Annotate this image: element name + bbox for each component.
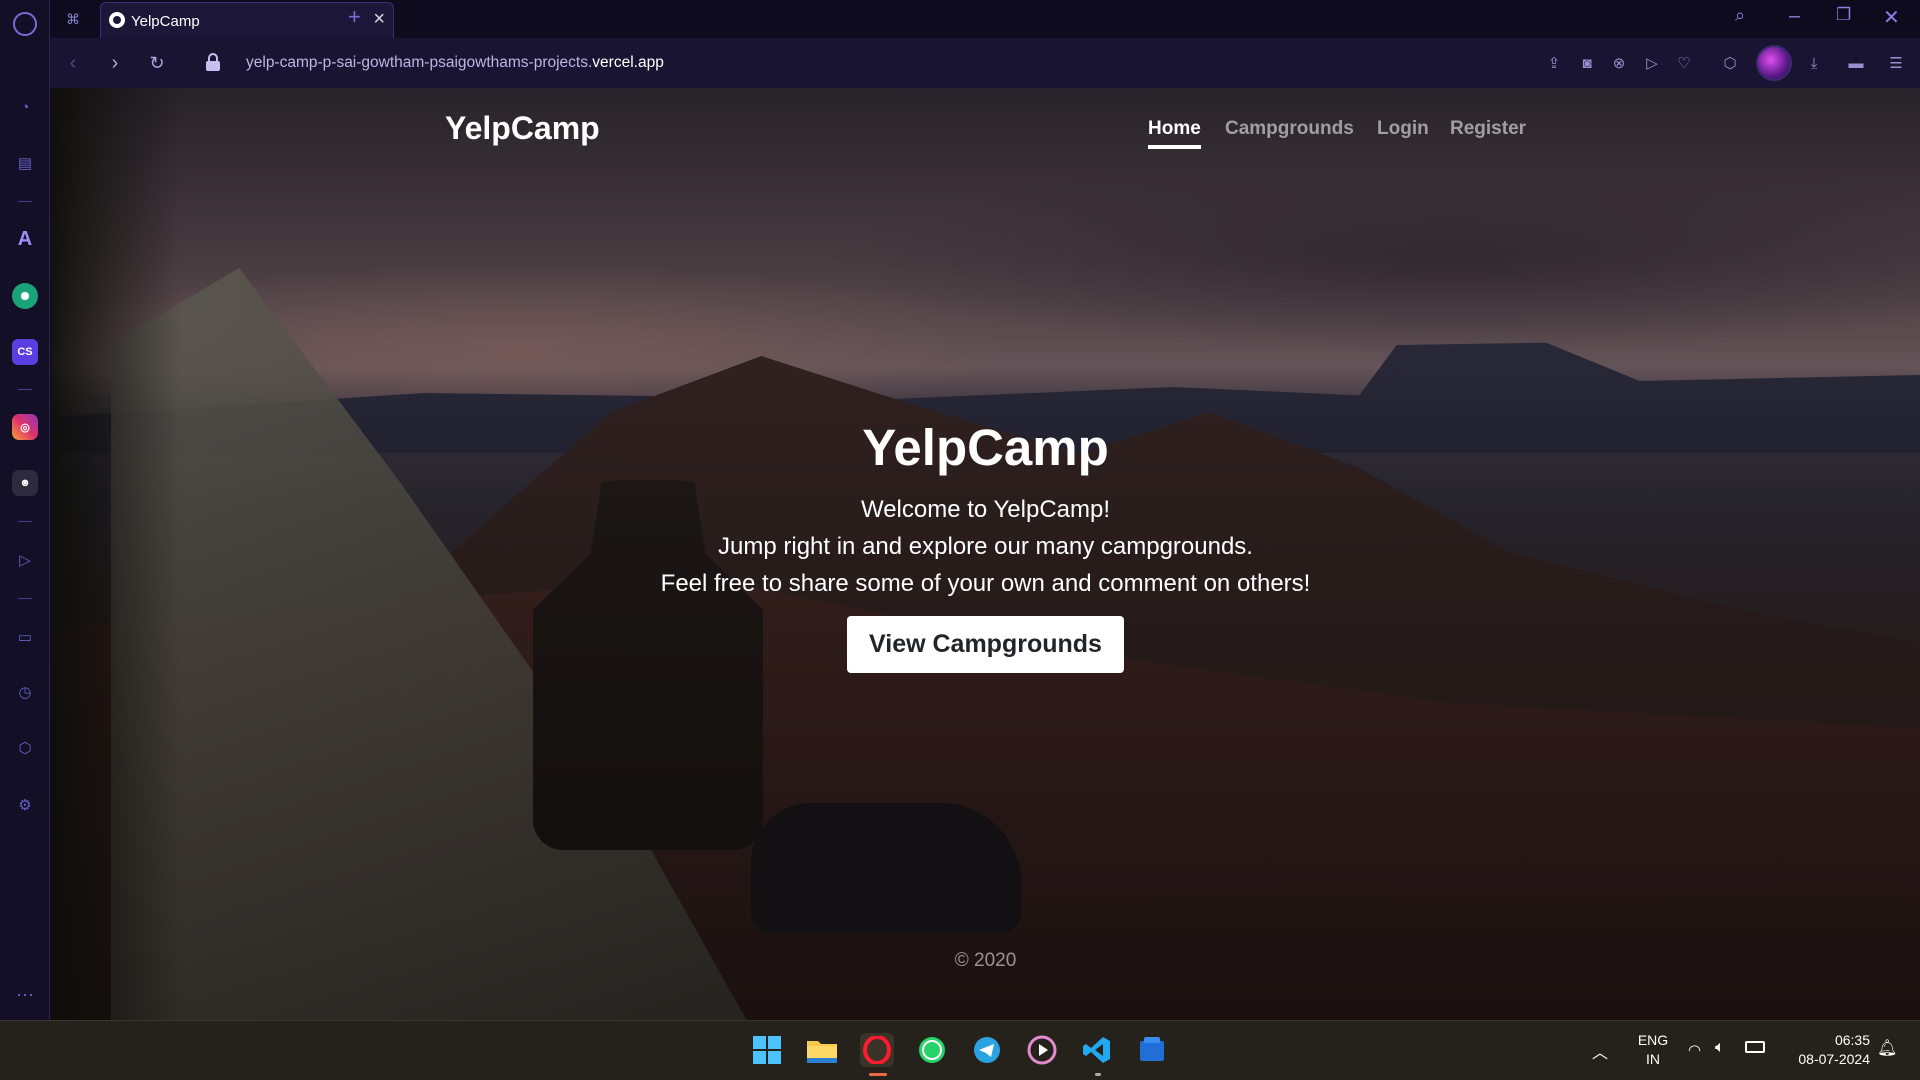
discord-icon[interactable]: ☻	[12, 470, 38, 496]
running-app-indicator	[1095, 1073, 1101, 1076]
tab-strip: ⌘ YelpCamp × + ⌕ – ❐ ✕	[50, 0, 1920, 38]
site-navbar: YelpCamp Home Campgrounds Login Register	[51, 88, 1920, 168]
page-viewport: YelpCamp Home Campgrounds Login Register…	[51, 88, 1920, 1020]
adblock-icon[interactable]: ⊗	[1607, 51, 1631, 75]
hero-welcome: Welcome to YelpCamp!	[860, 496, 1111, 523]
sidebar-divider	[18, 521, 32, 522]
share-icon[interactable]: ⇪	[1542, 51, 1566, 75]
media-player-icon[interactable]	[1025, 1033, 1059, 1067]
forward-button[interactable]: ›	[102, 50, 128, 76]
battery-saver-icon[interactable]: ▬	[1844, 51, 1868, 75]
clock-date: 08-07-2024	[1798, 1051, 1870, 1067]
easy-setup-icon[interactable]: ☰	[1884, 51, 1908, 75]
view-campgrounds-button[interactable]: View Campgrounds	[847, 616, 1124, 673]
windows-start-icon[interactable]	[750, 1033, 784, 1067]
opera-logo-icon[interactable]	[13, 12, 37, 36]
cs-app-icon[interactable]: CS	[12, 339, 38, 365]
globe-favicon-icon	[109, 12, 125, 28]
clock-time: 06:35	[1834, 1032, 1870, 1048]
send-icon[interactable]: ▷	[1640, 51, 1664, 75]
battery-icon[interactable]	[1745, 1041, 1765, 1053]
nav-register[interactable]: Register	[1450, 118, 1526, 140]
more-options-icon[interactable]: ⋯	[12, 982, 38, 1008]
nav-login[interactable]: Login	[1377, 118, 1429, 140]
opera-browser-icon[interactable]	[860, 1033, 894, 1067]
url-field[interactable]: yelp-camp-p-sai-gowtham-psaigowthams-pro…	[246, 54, 664, 72]
active-app-indicator	[869, 1073, 887, 1076]
new-tab-plus-icon[interactable]: +	[348, 4, 361, 30]
site-brand[interactable]: YelpCamp	[445, 110, 600, 147]
browser-sidebar: ◔ ▤ A ✺ CS ◎ ☻ ▷ ▭ ◷ ⬡ ⚙ ⋯	[0, 0, 50, 1020]
wifi-icon[interactable]: ◠	[1688, 1041, 1701, 1059]
nav-home[interactable]: Home	[1148, 118, 1201, 149]
heart-icon[interactable]: ♡	[1672, 51, 1696, 75]
hero-title: YelpCamp	[862, 419, 1109, 476]
language-code: ENG	[1637, 1032, 1669, 1048]
profile-avatar[interactable]	[1756, 45, 1792, 81]
shopping-bag-icon[interactable]: ▤	[12, 150, 38, 176]
snapshot-camera-icon[interactable]: ◙	[1575, 51, 1599, 75]
language-indicator[interactable]: ENG IN	[1633, 1031, 1673, 1069]
region-code: IN	[1646, 1051, 1660, 1067]
windows-taskbar: ︿ ENG IN ◠ 🔈︎ 06:35 08-07-2024 🔔︎	[0, 1020, 1920, 1080]
telegram-icon[interactable]	[970, 1033, 1004, 1067]
minimize-icon[interactable]: –	[1789, 5, 1800, 28]
sidebar-divider	[18, 598, 32, 599]
notification-bell-icon[interactable]: 🔔︎	[1877, 1038, 1897, 1058]
file-explorer-icon[interactable]	[805, 1033, 839, 1067]
tab-title: YelpCamp	[131, 13, 200, 30]
lock-icon[interactable]	[206, 53, 220, 71]
settings-gear-icon[interactable]: ⚙	[12, 792, 38, 818]
extensions-cube-icon[interactable]: ⬡	[1718, 51, 1742, 75]
hero-share: Feel free to share some of your own and …	[660, 570, 1311, 597]
tabs-icon[interactable]: ▭	[12, 624, 38, 650]
page-footer: © 2020	[954, 950, 1017, 971]
instagram-icon[interactable]: ◎	[12, 414, 38, 440]
sidebar-divider	[18, 201, 32, 202]
history-icon[interactable]: ◷	[12, 679, 38, 705]
clock[interactable]: 06:35 08-07-2024	[1782, 1031, 1870, 1069]
reload-button[interactable]: ↻	[144, 50, 170, 76]
hero-section: YelpCamp Welcome to YelpCamp! Jump right…	[51, 418, 1920, 673]
download-icon[interactable]: ⤓	[1802, 51, 1826, 75]
workspace-gamepad-icon[interactable]: ⌘	[62, 8, 84, 30]
tray-overflow-chevron-icon[interactable]: ︿	[1592, 1039, 1608, 1063]
address-bar: ‹ › ↻ yelp-camp-p-sai-gowtham-psaigowtha…	[50, 38, 1920, 88]
speed-dial-icon[interactable]: ◔	[12, 94, 38, 120]
search-tabs-icon[interactable]: ⌕	[1735, 5, 1745, 26]
aria-ai-icon[interactable]: A	[12, 226, 38, 252]
hero-explore: Jump right in and explore our many campg…	[718, 533, 1253, 560]
app-store-icon[interactable]	[1135, 1033, 1169, 1067]
restore-icon[interactable]: ❐	[1836, 5, 1851, 25]
volume-icon[interactable]: 🔈︎	[1715, 1039, 1725, 1057]
vscode-icon[interactable]	[1080, 1033, 1114, 1067]
extensions-icon[interactable]: ⬡	[12, 735, 38, 761]
sidebar-divider	[18, 389, 32, 390]
close-window-icon[interactable]: ✕	[1883, 5, 1900, 30]
tab-close-icon[interactable]: ×	[373, 9, 385, 29]
nav-campgrounds[interactable]: Campgrounds	[1225, 118, 1354, 140]
chatgpt-icon[interactable]: ✺	[12, 283, 38, 309]
player-icon[interactable]: ▷	[12, 547, 38, 573]
whatsapp-icon[interactable]	[915, 1033, 949, 1067]
back-button[interactable]: ‹	[60, 50, 86, 76]
